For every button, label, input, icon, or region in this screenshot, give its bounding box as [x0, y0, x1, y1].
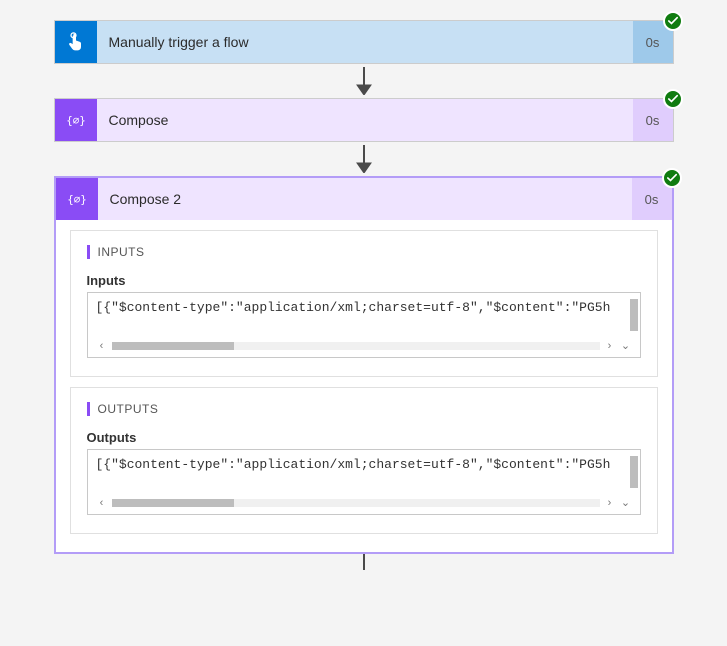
- vertical-scrollbar[interactable]: [630, 456, 638, 488]
- trigger-card[interactable]: Manually trigger a flow 0s: [54, 20, 674, 64]
- datacode-icon: {∅}: [56, 178, 98, 220]
- connector-arrow: [353, 142, 375, 176]
- connector-line: [363, 554, 365, 570]
- inputs-value: [{"$content-type":"application/xml;chars…: [96, 299, 632, 337]
- outputs-field-label: Outputs: [87, 430, 641, 445]
- card-title: Manually trigger a flow: [97, 21, 633, 63]
- chevron-down-icon[interactable]: ⌄: [620, 497, 632, 509]
- scroll-row: ‹ › ⌄: [96, 496, 632, 510]
- inputs-section: INPUTS Inputs [{"$content-type":"applica…: [70, 230, 658, 377]
- inputs-section-title: INPUTS: [87, 245, 641, 259]
- card-title: Compose 2: [98, 178, 632, 220]
- flow-run-history: Manually trigger a flow 0s {∅} Compose 0…: [50, 20, 677, 570]
- inputs-field[interactable]: [{"$content-type":"application/xml;chars…: [87, 292, 641, 358]
- outputs-section: OUTPUTS Outputs [{"$content-type":"appli…: [70, 387, 658, 534]
- datacode-icon: {∅}: [55, 99, 97, 141]
- chevron-down-icon[interactable]: ⌄: [620, 340, 632, 352]
- compose-card[interactable]: {∅} Compose 0s: [54, 98, 674, 142]
- outputs-field[interactable]: [{"$content-type":"application/xml;chars…: [87, 449, 641, 515]
- scroll-left-icon[interactable]: ‹: [96, 497, 108, 509]
- horizontal-scrollbar[interactable]: [112, 342, 600, 350]
- scroll-thumb[interactable]: [112, 342, 234, 350]
- card-header: {∅} Compose 0s: [55, 99, 673, 141]
- vertical-scrollbar[interactable]: [630, 299, 638, 331]
- scroll-row: ‹ › ⌄: [96, 339, 632, 353]
- touch-icon: [55, 21, 97, 63]
- svg-text:{∅}: {∅}: [67, 193, 87, 206]
- outputs-section-title: OUTPUTS: [87, 402, 641, 416]
- card-title: Compose: [97, 99, 633, 141]
- card-header: Manually trigger a flow 0s: [55, 21, 673, 63]
- card-body: INPUTS Inputs [{"$content-type":"applica…: [56, 220, 672, 552]
- scroll-right-icon[interactable]: ›: [604, 497, 616, 509]
- outputs-value: [{"$content-type":"application/xml;chars…: [96, 456, 632, 494]
- success-badge: [662, 168, 682, 188]
- connector-arrow: [353, 64, 375, 98]
- inputs-field-label: Inputs: [87, 273, 641, 288]
- card-header: {∅} Compose 2 0s: [56, 178, 672, 220]
- success-badge: [663, 11, 683, 31]
- scroll-thumb[interactable]: [112, 499, 234, 507]
- horizontal-scrollbar[interactable]: [112, 499, 600, 507]
- scroll-left-icon[interactable]: ‹: [96, 340, 108, 352]
- success-badge: [663, 89, 683, 109]
- svg-text:{∅}: {∅}: [66, 114, 86, 127]
- compose2-card[interactable]: {∅} Compose 2 0s INPUTS Inputs [{"$conte…: [54, 176, 674, 554]
- scroll-right-icon[interactable]: ›: [604, 340, 616, 352]
